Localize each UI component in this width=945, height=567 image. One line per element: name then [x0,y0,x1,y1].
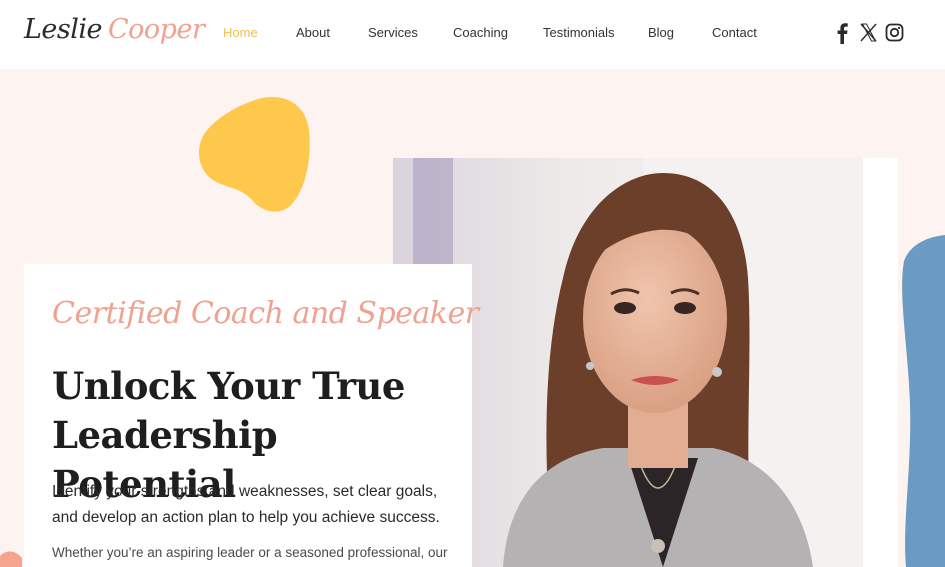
nav-testimonials[interactable]: Testimonials [543,25,615,40]
pink-blob-decoration [0,551,22,567]
instagram-icon[interactable] [885,23,904,42]
yellow-blob-decoration [199,97,310,212]
brand-logo[interactable]: Leslie Cooper [24,14,205,45]
x-icon[interactable] [860,23,877,42]
site-header: Leslie Cooper Home About Services Coachin… [0,0,945,69]
nav-blog[interactable]: Blog [648,25,674,40]
nav-coaching[interactable]: Coaching [453,25,508,40]
blue-blob-decoration [902,235,945,567]
brand-logo-first: Leslie [24,14,103,45]
hero-tagline: Certified Coach and Speaker [52,296,479,331]
nav-contact[interactable]: Contact [712,25,757,40]
facebook-icon[interactable] [835,21,849,45]
hero-body-text: Whether you’re an aspiring leader or a s… [52,545,448,560]
hero-lede: Identify your strengths and weaknesses, … [52,483,440,526]
nav-services[interactable]: Services [368,25,418,40]
hero-headline-line1: Unlock Your True [52,364,405,408]
brand-logo-last: Cooper [108,14,205,45]
nav-home[interactable]: Home [223,25,258,40]
nav-about[interactable]: About [296,25,330,40]
